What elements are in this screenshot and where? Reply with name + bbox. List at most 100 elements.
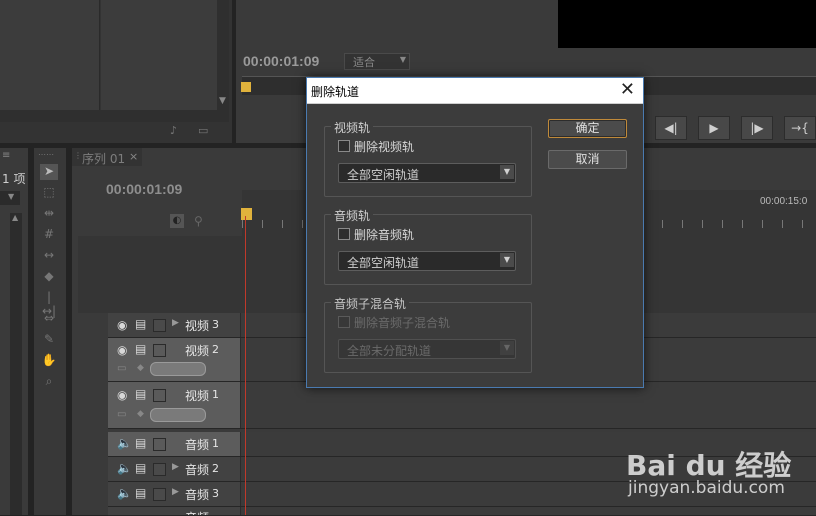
track-number: 2 — [212, 343, 219, 356]
eye-icon[interactable]: ◉ — [117, 388, 127, 402]
ripple-edit-tool-icon[interactable]: ⇹ — [40, 206, 58, 222]
track-name: 音频 — [185, 438, 210, 452]
expand-arrow-icon[interactable]: ▶ — [172, 462, 179, 472]
fit-label: 适合 — [353, 56, 375, 69]
film-icon[interactable]: ▤ — [135, 342, 146, 356]
display-style-icon[interactable]: ▭ — [117, 409, 126, 420]
automate-icon[interactable]: ♪ — [170, 124, 177, 137]
lock-box[interactable] — [153, 389, 166, 402]
video-track-select[interactable]: 全部空闲轨道 ▼ — [338, 163, 516, 183]
ruler-time-label: 00:00:15:0 — [760, 196, 808, 207]
chevron-down-icon: ▼ — [500, 165, 514, 179]
keyframe-icon[interactable]: ◆ — [137, 409, 144, 419]
track-header: 🔈 ▤ ▶ 音频 3 — [108, 482, 241, 506]
chevron-down-icon: ▼ — [500, 253, 514, 267]
track-name: 视频 — [185, 344, 210, 358]
project-preview-area — [101, 0, 217, 110]
hand-tool-icon[interactable]: ✋ — [40, 353, 58, 369]
snap-icon[interactable]: ◐ — [170, 214, 184, 228]
project-panel-top: ▼ ♪ ▭ — [0, 0, 232, 143]
panel-menu-icon[interactable]: ≡ — [2, 150, 10, 161]
close-icon[interactable]: × — [129, 150, 138, 163]
track-header: ◉ ▤ ▶ 视频 3 — [108, 313, 241, 337]
scroll-up-icon[interactable]: ▲ — [12, 213, 18, 222]
vertical-scrollbar[interactable]: ▲ — [10, 213, 22, 515]
audio-group-label: 音频轨 — [331, 207, 374, 224]
ok-button[interactable]: 确定 — [548, 119, 627, 138]
expand-arrow-icon[interactable]: ▶ — [172, 487, 179, 497]
close-icon[interactable]: ✕ — [620, 80, 635, 100]
pen-tool-icon[interactable]: ✎ — [40, 332, 58, 348]
marker-icon[interactable]: ⚲ — [194, 214, 203, 228]
speaker-icon[interactable]: 🔈 — [117, 461, 132, 475]
video-preview — [558, 0, 816, 48]
vertical-scrollbar[interactable]: ▼ — [217, 0, 229, 110]
display-style-icon[interactable]: ▭ — [117, 363, 126, 374]
delete-submix-tracks-label: 删除音频子混合轨 — [354, 316, 451, 330]
keyframe-nav-bar[interactable] — [150, 408, 206, 422]
track-row-video-1[interactable]: ◉ ▤ 视频 1 ▭ ◆ — [108, 382, 816, 429]
razor-tool-icon[interactable]: ◆ — [40, 269, 58, 285]
film-icon[interactable]: ▤ — [135, 387, 146, 401]
rate-stretch-tool-icon[interactable]: ↔ — [40, 248, 58, 264]
track-number: 1 — [212, 388, 219, 401]
audio-track-select-value: 全部空闲轨道 — [347, 256, 420, 270]
track-name: 音频 — [185, 488, 210, 502]
step-forward-button[interactable]: |▶ — [741, 116, 773, 140]
eye-icon[interactable]: ◉ — [117, 318, 127, 332]
lock-box[interactable] — [153, 319, 166, 332]
lock-box[interactable] — [153, 488, 166, 501]
step-back-button[interactable]: ◀| — [655, 116, 687, 140]
bin-dropdown[interactable]: ▼ — [0, 191, 20, 205]
audio-track-group: 音频轨 删除音频轨 全部空闲轨道 ▼ — [324, 207, 532, 285]
baidu-watermark-url: jingyan.baidu.com — [628, 478, 785, 498]
video-track-select-value: 全部空闲轨道 — [347, 168, 420, 182]
film-icon[interactable]: ▤ — [135, 486, 146, 500]
play-button[interactable]: ▶ — [698, 116, 730, 140]
slip-tool-icon[interactable]: |↔| — [40, 290, 58, 318]
film-icon[interactable]: ▤ — [135, 317, 146, 331]
selection-tool-icon[interactable]: ➤ — [40, 164, 58, 180]
scroll-down-icon[interactable]: ▼ — [219, 96, 226, 106]
audio-track-select[interactable]: 全部空闲轨道 ▼ — [338, 251, 516, 271]
track-number: 3 — [212, 318, 219, 331]
delete-audio-tracks-checkbox[interactable] — [338, 228, 350, 240]
keyframe-nav-bar[interactable] — [150, 362, 206, 376]
horizontal-scrollbar[interactable] — [0, 110, 229, 122]
film-icon[interactable]: ▤ — [135, 461, 146, 475]
lock-box[interactable] — [153, 344, 166, 357]
video-group-label: 视频轨 — [331, 119, 374, 136]
zoom-tool-icon[interactable]: ⌕ — [40, 374, 58, 390]
playhead-marker-icon[interactable] — [241, 82, 251, 92]
fit-dropdown[interactable]: 适合 ▼ — [344, 53, 410, 70]
delete-tracks-dialog: 删除轨道 ✕ 视频轨 删除视频轨 全部空闲轨道 ▼ 音频轨 删除音频轨 全部空闲… — [306, 77, 644, 388]
film-icon[interactable]: ▤ — [135, 436, 146, 450]
folder-icon[interactable]: ▭ — [198, 124, 208, 137]
delete-video-tracks-label[interactable]: 删除视频轨 — [354, 138, 414, 155]
keyframe-icon[interactable]: ◆ — [137, 363, 144, 373]
expand-arrow-icon[interactable]: ▶ — [172, 318, 179, 328]
sequence-tab[interactable]: ⋮ 序列 01 × — [72, 148, 142, 166]
chevron-down-icon: ▼ — [399, 55, 406, 64]
submix-group-label: 音频子混合轨 — [331, 295, 410, 312]
shuttle-button[interactable]: →{ — [784, 116, 816, 140]
cancel-button[interactable]: 取消 — [548, 150, 627, 169]
sequence-tab-label: 序列 01 — [82, 152, 126, 166]
panel-grip-icon: ⋯⋯ — [38, 150, 54, 159]
track-select-tool-icon[interactable]: ⬚ — [40, 185, 58, 201]
program-timecode[interactable]: 00:00:01:09 — [243, 53, 319, 69]
lock-box[interactable] — [153, 438, 166, 451]
slide-tool-icon[interactable]: ⇔ — [40, 311, 58, 327]
playhead-line[interactable] — [245, 216, 246, 515]
speaker-icon[interactable]: 🔈 — [117, 436, 132, 450]
rolling-edit-tool-icon[interactable]: # — [40, 227, 58, 243]
sequence-timecode[interactable]: 00:00:01:09 — [106, 181, 182, 197]
eye-icon[interactable]: ◉ — [117, 343, 127, 357]
lock-box[interactable] — [153, 463, 166, 476]
dialog-title-bar[interactable]: 删除轨道 ✕ — [307, 78, 643, 104]
speaker-icon[interactable]: 🔈 — [117, 486, 132, 500]
delete-video-tracks-checkbox[interactable] — [338, 140, 350, 152]
playhead-marker-icon[interactable] — [241, 208, 252, 220]
track-number: 3 — [212, 487, 219, 500]
delete-audio-tracks-label[interactable]: 删除音频轨 — [354, 226, 414, 243]
